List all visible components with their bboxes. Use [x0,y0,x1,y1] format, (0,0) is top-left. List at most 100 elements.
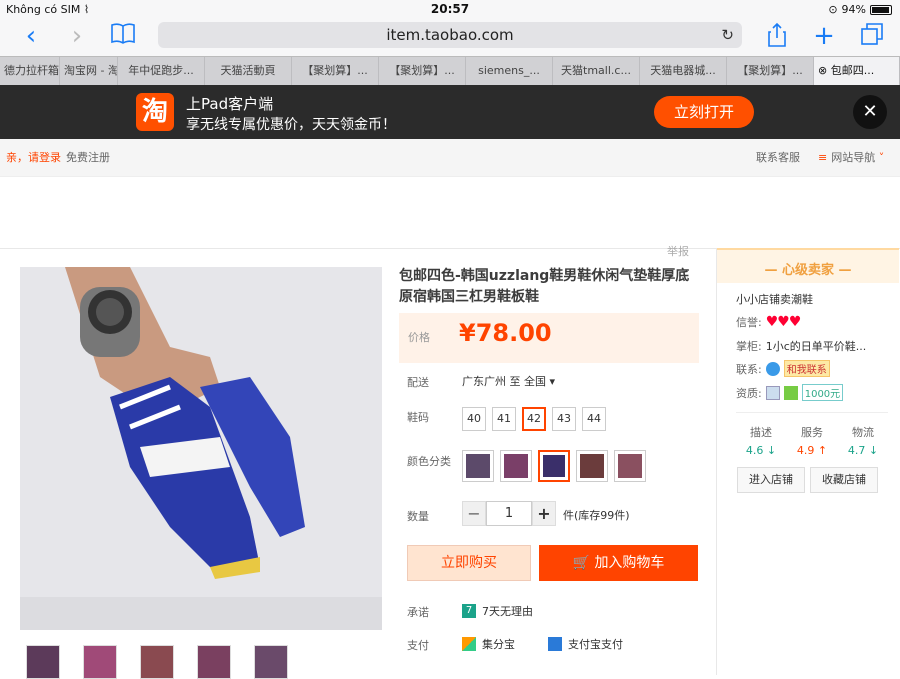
keeper-name[interactable]: 1小c的日单平价鞋... [766,338,867,354]
tab[interactable]: 天猫电器城... [640,57,727,85]
size-option[interactable]: 41 [492,407,516,431]
tab[interactable]: 淘宝网 - 淘 [60,57,118,85]
contact-seller-link[interactable]: 和我联系 [783,360,830,377]
open-app-button[interactable]: 立刻打开 [654,96,754,128]
close-tab-icon[interactable]: ⊗ [818,64,831,77]
enter-shop-button[interactable]: 进入店铺 [737,467,805,493]
contact-row: 联系: 和我联系 [736,360,830,377]
clock: 20:57 [430,2,470,16]
quantity-label: 数量 [407,510,429,523]
site-nav-label: 网站导航 [831,151,876,164]
price-label: 价格 [408,331,430,344]
favorite-shop-button[interactable]: 收藏店铺 [810,467,878,493]
register-link[interactable]: 免费注册 [66,139,110,177]
quantity-plus-button[interactable]: + [532,501,556,526]
color-option[interactable] [614,450,646,482]
bookmarks-icon[interactable] [108,22,138,52]
seller-header: — 心级卖家 — [717,248,899,283]
banner-subtitle: 享无线专属优惠价，天天领金币！ [186,117,396,133]
qualification-label: 资质: [736,386,762,400]
taobao-logo-icon: 淘 [136,93,174,131]
seller-scores: 描述 4.6 ↓ 服务 4.9 ↑ 物流 4.7 ↓ [736,424,888,457]
seven-day-icon: 7 [462,604,476,618]
seller-level: — 心级卖家 — [764,263,852,278]
size-option[interactable]: 43 [552,407,576,431]
tab[interactable]: 【聚划算】... [727,57,814,85]
pay-method-2: 支付宝支付 [548,636,623,652]
thumbnail[interactable] [197,645,231,679]
tab-strip: 德力拉杆箱 淘宝网 - 淘 年中促跑步... 天猫活動頁 【聚划算】... 【聚… [0,56,900,85]
battery-icon [870,4,892,15]
lock-rotation-icon: ⊙ [828,3,838,16]
thumbnail[interactable] [140,645,174,679]
chevron-down-icon: ˅ [878,151,885,164]
new-tab-icon[interactable]: + [810,22,838,52]
size-option[interactable]: 40 [462,407,486,431]
tab[interactable]: 【聚划算】... [379,57,466,85]
tabs-overview-icon[interactable] [858,22,886,52]
deposit-icon [783,385,798,400]
score-service: 服务 4.9 ↑ [787,424,837,457]
score-value: 4.9 ↑ [796,444,828,457]
tab[interactable]: siemens_... [466,57,553,85]
score-label: 描述 [750,426,772,439]
thumbnail-strip [26,645,288,679]
color-options [462,450,646,482]
shop-name[interactable]: 小小店铺卖潮鞋 [736,291,813,307]
size-option[interactable]: 44 [582,407,606,431]
keeper-label: 掌柜: [736,340,762,353]
pay-method-1: 集分宝 [462,636,515,652]
score-description: 描述 4.6 ↓ [736,424,786,457]
quantity-input[interactable]: 1 [486,501,532,526]
qualification-row: 资质: 1000元 [736,384,844,401]
tab[interactable]: 年中促跑步... [118,57,205,85]
tab[interactable]: 德力拉杆箱 [0,57,60,85]
tab[interactable]: 天猫tmall.c... [553,57,640,85]
shipping-info[interactable]: 广东广州 至 全国 ▾ [462,373,555,389]
color-option[interactable] [576,450,608,482]
login-link[interactable]: 亲，请登录 [6,139,61,177]
back-icon[interactable]: ‹ [18,22,44,52]
quantity-minus-button[interactable]: − [462,501,486,526]
promise-info: 7 7天无理由 [462,603,533,619]
tab-label: 包邮四... [830,64,875,77]
color-option[interactable] [500,450,532,482]
product-title: 包邮四色-韩国uzzlang鞋男鞋休闲气垫鞋厚底原宿韩国三杠男鞋板鞋 [399,268,690,305]
thumbnail[interactable] [254,645,288,679]
promise-label: 承诺 [407,606,429,619]
pay-label: 支付 [407,639,429,652]
banner-title: 上Pad客户端 [186,95,274,113]
alipay-icon [548,637,562,651]
score-label: 物流 [852,426,874,439]
keeper-row: 掌柜: 1小c的日单平价鞋... [736,338,866,354]
product-main-image[interactable] [20,267,382,630]
color-option-selected[interactable] [538,450,570,482]
thumbnail[interactable] [83,645,117,679]
tab-active[interactable]: ⊗ 包邮四... [814,57,900,85]
seller-panel: — 心级卖家 — 小小店铺卖潮鞋 [716,248,900,675]
size-option-selected[interactable]: 42 [522,407,546,431]
tab[interactable]: 【聚划算】... [292,57,379,85]
address-bar[interactable]: item.taobao.com ↻ [158,22,742,48]
battery-percent: 94% [841,3,866,16]
deposit-amount: 1000元 [801,384,844,401]
shipping-region: 全国 [524,375,546,388]
color-option[interactable] [462,450,494,482]
close-banner-icon[interactable]: ✕ [853,95,887,129]
battery-status: ⊙ 94% [828,3,892,16]
add-cart-label: 加入购物车 [594,555,665,571]
credit-hearts-icon: ♥♥♥ [765,314,802,330]
site-nav-menu[interactable]: ≡ 网站导航 ˅ [818,139,884,177]
caret-down-icon: ▾ [549,375,556,388]
tab[interactable]: 天猫活動頁 [205,57,292,85]
forward-icon[interactable]: › [64,22,90,52]
thumbnail[interactable] [26,645,60,679]
report-link[interactable]: 举报 [667,243,689,259]
promise-value: 7天无理由 [482,605,533,618]
add-to-cart-button[interactable]: 🛒 加入购物车 [539,545,698,581]
reload-icon[interactable]: ↻ [721,22,734,48]
stock-info: 件(库存99件) [563,509,630,522]
buy-now-button[interactable]: 立即购买 [407,545,531,581]
share-icon[interactable] [764,22,790,52]
customer-service-link[interactable]: 联系客服 [756,139,800,177]
